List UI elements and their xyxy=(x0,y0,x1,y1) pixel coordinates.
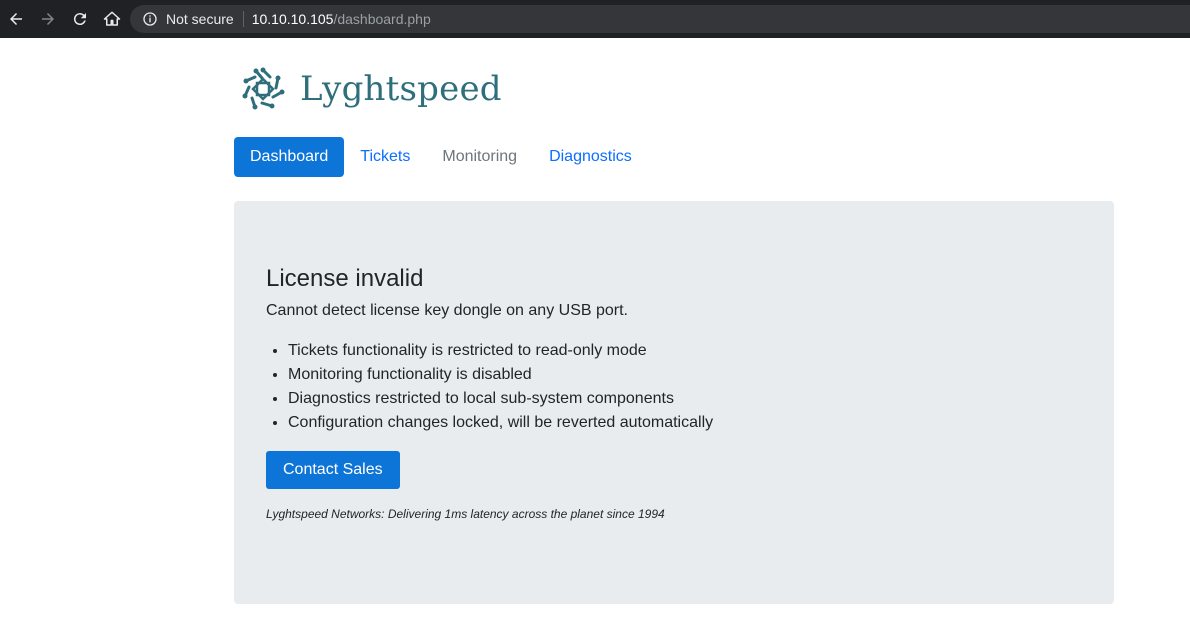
contact-sales-button[interactable]: Contact Sales xyxy=(266,451,400,489)
security-status[interactable]: Not secure xyxy=(166,11,234,27)
address-divider xyxy=(242,11,244,27)
license-message: Cannot detect license key dongle on any … xyxy=(266,302,628,319)
reload-icon xyxy=(73,13,86,26)
list-item: Configuration changes locked, will be re… xyxy=(288,411,713,435)
tab-monitoring: Monitoring xyxy=(442,148,518,165)
url-path: /dashboard.php xyxy=(333,11,431,27)
tab-diagnostics[interactable]: Diagnostics xyxy=(533,137,648,177)
info-icon[interactable] xyxy=(142,11,158,27)
list-item: Monitoring functionality is disabled xyxy=(288,363,713,387)
reload-button[interactable] xyxy=(64,0,96,38)
main-nav: Dashboard Tickets Monitoring Diagnostics xyxy=(234,137,648,177)
list-item: Diagnostics restricted to local sub-syst… xyxy=(288,387,713,411)
brand-header: Lyghtspeed xyxy=(240,66,502,112)
home-icon xyxy=(103,11,121,26)
footer-tagline: Lyghtspeed Networks: Delivering 1ms late… xyxy=(266,507,665,521)
address-bar[interactable]: Not secure 10.10.10.105/dashboard.php xyxy=(130,5,1190,33)
restriction-list: Tickets functionality is restricted to r… xyxy=(266,339,713,435)
tab-tickets[interactable]: Tickets xyxy=(344,137,426,177)
url-host: 10.10.10.105 xyxy=(251,11,334,27)
forward-button[interactable] xyxy=(32,0,64,38)
back-arrow-icon xyxy=(10,13,22,25)
forward-arrow-icon xyxy=(42,13,54,25)
tab-dashboard[interactable]: Dashboard xyxy=(234,137,345,177)
page-title: License invalid xyxy=(266,265,424,292)
list-item: Tickets functionality is restricted to r… xyxy=(288,339,713,363)
back-button[interactable] xyxy=(0,0,32,38)
lyghtspeed-logo-icon xyxy=(242,67,285,110)
brand-name: Lyghtspeed xyxy=(300,69,502,109)
home-button[interactable] xyxy=(96,0,128,38)
browser-toolbar: Not secure 10.10.10.105/dashboard.php xyxy=(0,0,1190,38)
license-panel: License invalid Cannot detect license ke… xyxy=(234,201,1114,604)
